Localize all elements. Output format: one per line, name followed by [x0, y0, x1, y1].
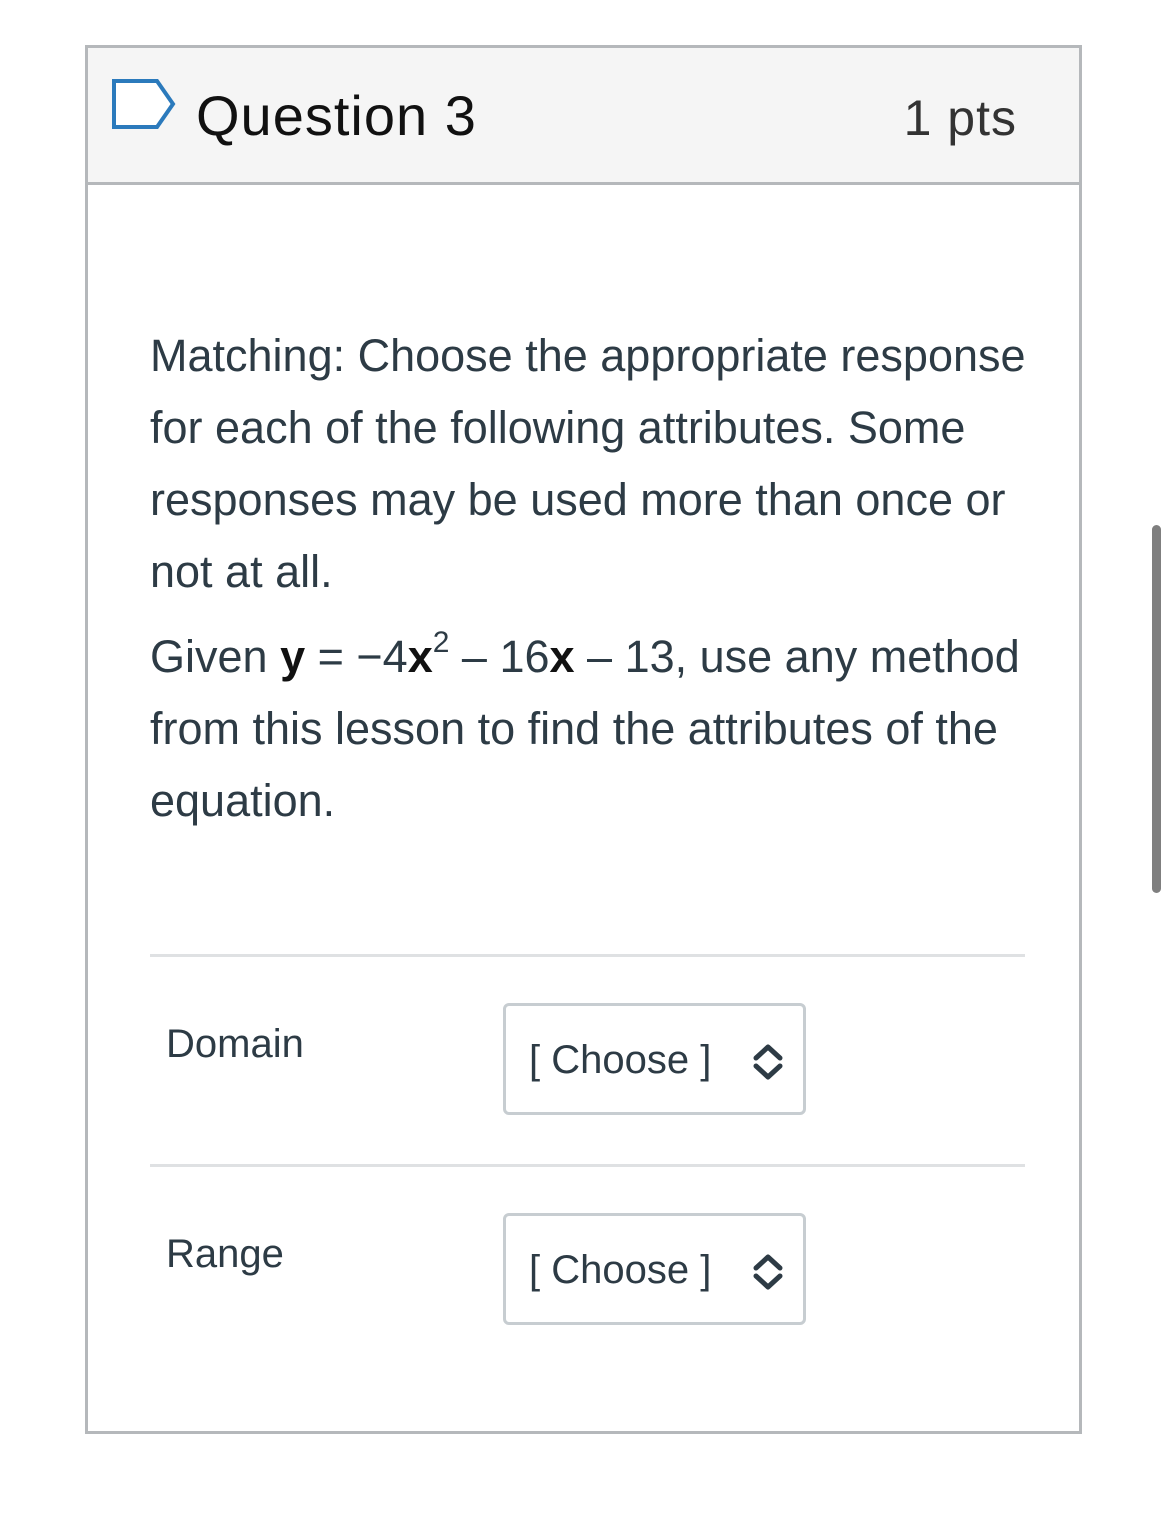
- equation-part: = −4: [305, 631, 408, 682]
- question-title: Question 3: [196, 84, 477, 147]
- select-value: [ Choose ]: [529, 1248, 712, 1292]
- divider: [150, 954, 1025, 957]
- instructions-paragraph: Matching: Choose the appropriate respons…: [150, 330, 1026, 597]
- exponent: 2: [432, 626, 450, 659]
- question-card: Question 3 1 pts Matching: Choose the ap…: [85, 45, 1082, 1434]
- match-label-domain: Domain: [166, 1022, 304, 1066]
- scrollbar-thumb[interactable]: [1152, 525, 1161, 893]
- x-variable: x: [549, 631, 575, 682]
- domain-select[interactable]: [ Choose ]: [503, 1003, 806, 1115]
- range-select[interactable]: [ Choose ]: [503, 1213, 806, 1325]
- given-text: Given: [150, 631, 281, 682]
- chevron-updown-icon: [753, 1254, 783, 1290]
- question-header: Question 3 1 pts: [88, 48, 1079, 185]
- x-variable: x: [407, 631, 433, 682]
- equation-paragraph: Given y = −4x2 – 16x – 13, use any metho…: [150, 621, 1030, 837]
- question-points: 1 pts: [903, 90, 1017, 146]
- equation-part: – 16: [449, 631, 550, 682]
- y-variable: y: [280, 631, 306, 682]
- select-value: [ Choose ]: [529, 1038, 712, 1082]
- quiz-page: Question 3 1 pts Matching: Choose the ap…: [0, 0, 1170, 1516]
- match-label-range: Range: [166, 1232, 284, 1276]
- chevron-updown-icon: [753, 1044, 783, 1080]
- question-prompt: Matching: Choose the appropriate respons…: [150, 320, 1030, 837]
- divider: [150, 1164, 1025, 1167]
- flag-question-icon[interactable]: [111, 78, 177, 130]
